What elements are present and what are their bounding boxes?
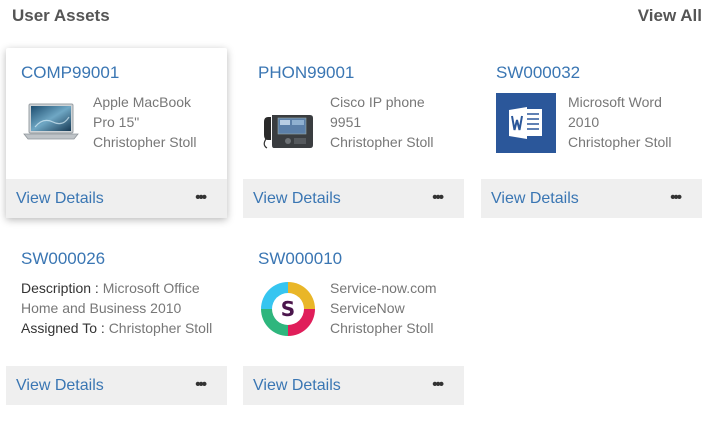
view-details-link[interactable]: View Details [16, 190, 104, 208]
asset-name-line1: Microsoft Word [568, 94, 662, 110]
section-header: User Assets View All [0, 0, 712, 32]
asset-details: Cisco IP phone 9951 Christopher Stoll [330, 92, 434, 152]
more-options-button[interactable]: ••• [195, 376, 207, 393]
asset-owner: Christopher Stoll [568, 134, 672, 150]
asset-card: PHON99001 Cisco IP phone 9951 Christophe… [243, 48, 464, 218]
more-options-button[interactable]: ••• [670, 189, 682, 206]
asset-name-line1: Apple MacBook [93, 94, 192, 110]
card-footer: View Details ••• [481, 179, 702, 218]
asset-owner: Christopher Stoll [93, 134, 197, 150]
more-options-button[interactable]: ••• [432, 189, 444, 206]
view-details-link[interactable]: View Details [16, 377, 104, 395]
section-title: User Assets [12, 6, 110, 25]
asset-card: SW000026 Description : Microsoft Office … [6, 234, 227, 405]
card-footer: View Details ••• [243, 366, 464, 405]
card-footer: View Details ••• [6, 179, 227, 218]
asset-id-link[interactable]: COMP99001 [21, 63, 119, 83]
asset-details: Description : Microsoft Office Home and … [21, 278, 212, 338]
asset-id-link[interactable]: SW000032 [496, 63, 580, 83]
card-footer: View Details ••• [243, 179, 464, 218]
asset-card: SW000010 S Service-now.com ServiceNow Ch… [243, 234, 464, 405]
asset-name-line1: Cisco IP phone [330, 94, 425, 110]
servicenow-slack-icon: S [258, 279, 318, 339]
ip-phone-icon [258, 93, 318, 153]
asset-details: Service-now.com ServiceNow Christopher S… [330, 278, 437, 338]
asset-name-line2: ServiceNow [330, 300, 405, 316]
asset-id-link[interactable]: SW000026 [21, 249, 105, 269]
word-icon [496, 93, 556, 153]
asset-details: Apple MacBook Pro 15" Christopher Stoll [93, 92, 197, 152]
asset-id-link[interactable]: SW000010 [258, 249, 342, 269]
asset-card: SW000032 Microsoft Word 2010 Christopher… [481, 48, 702, 218]
view-details-link[interactable]: View Details [253, 377, 341, 395]
asset-name-line2: 2010 [568, 114, 600, 130]
view-details-link[interactable]: View Details [491, 190, 579, 208]
asset-id-link[interactable]: PHON99001 [258, 63, 354, 83]
more-options-button[interactable]: ••• [432, 376, 444, 393]
laptop-icon [21, 93, 81, 153]
description-label: Description : [21, 280, 103, 296]
svg-text:S: S [281, 297, 295, 321]
asset-card: COMP99001 Apple MacBook Pro 15" Christop… [6, 48, 227, 218]
assigned-to-value: Christopher Stoll [108, 320, 213, 336]
asset-details: Microsoft Word 2010 Christopher Stoll [568, 92, 672, 152]
card-footer: View Details ••• [6, 366, 227, 405]
asset-name-line2: 9951 [330, 114, 362, 130]
more-options-button[interactable]: ••• [195, 189, 207, 206]
asset-owner: Christopher Stoll [330, 320, 434, 336]
asset-name-line1: Service-now.com [330, 280, 437, 296]
view-all-link[interactable]: View All [638, 6, 702, 26]
asset-owner: Christopher Stoll [330, 134, 434, 150]
view-details-link[interactable]: View Details [253, 190, 341, 208]
description-value-line2: Home and Business 2010 [21, 300, 182, 316]
description-value: Microsoft Office [102, 280, 200, 296]
assigned-to-label: Assigned To : [21, 320, 109, 336]
asset-name-line2: Pro 15" [93, 114, 140, 130]
